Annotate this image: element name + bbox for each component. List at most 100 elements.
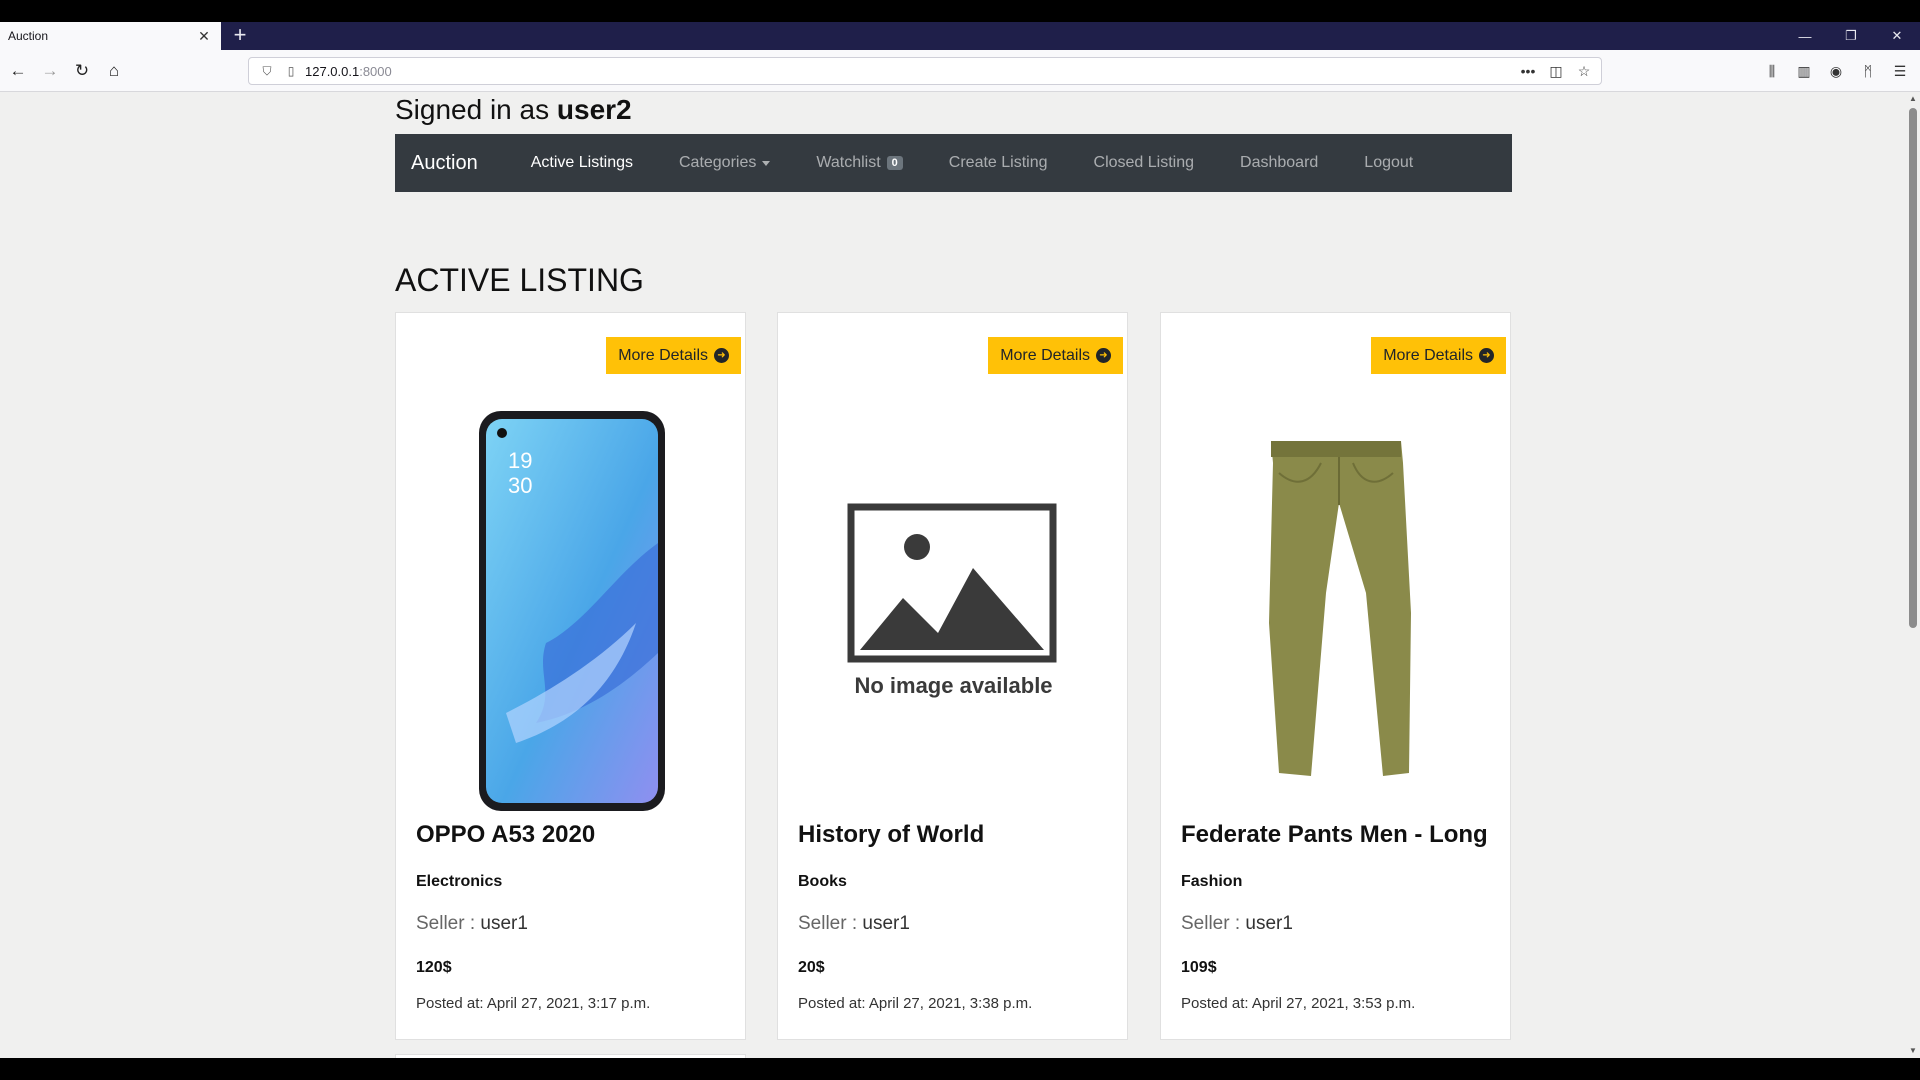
more-details-button[interactable]: More Details ➜: [606, 337, 741, 374]
screen: Auction ✕ + — ❐ ✕ ← → ↻ ⌂ ⛉ ▯ 127.0.0.1:…: [0, 0, 1920, 1080]
nav-label: Dashboard: [1240, 154, 1319, 171]
more-icon[interactable]: •••: [1517, 60, 1539, 82]
listing-category: Fashion: [1181, 873, 1243, 890]
bookmark-star-icon[interactable]: ☆: [1573, 60, 1595, 82]
reload-icon[interactable]: ↻: [68, 58, 96, 84]
posted-label: Posted at:: [1181, 995, 1249, 1012]
arrow-right-circle-icon: ➜: [1096, 348, 1111, 363]
listing-card: More Details ➜ No image available Histor…: [777, 312, 1128, 1040]
signed-in-prefix: Signed in as: [395, 94, 550, 125]
seller-name: user1: [862, 913, 910, 934]
home-icon[interactable]: ⌂: [100, 58, 128, 84]
nav-label: Watchlist: [816, 154, 881, 171]
shield-icon[interactable]: ⛉: [257, 61, 277, 81]
username: user2: [556, 94, 632, 125]
posted-label: Posted at:: [416, 995, 484, 1012]
page-heading: ACTIVE LISTING: [395, 262, 644, 298]
nav-logout[interactable]: Logout: [1364, 154, 1413, 172]
watchlist-count-badge: 0: [886, 156, 903, 170]
nav-label: Categories: [678, 154, 757, 171]
more-details-button[interactable]: More Details ➜: [1371, 337, 1506, 374]
close-window-icon[interactable]: ✕: [1874, 22, 1920, 50]
sidebar-icon[interactable]: ▥: [1792, 58, 1816, 84]
seller-name: user1: [1245, 913, 1293, 934]
nav-label: Logout: [1364, 154, 1414, 171]
minimize-icon[interactable]: —: [1782, 22, 1828, 50]
more-details-button[interactable]: More Details ➜: [988, 337, 1123, 374]
scroll-thumb[interactable]: [1909, 108, 1917, 628]
listing-posted: Posted at: April 27, 2021, 3:38 p.m.: [798, 995, 1032, 1012]
seller-label: Seller :: [416, 913, 476, 934]
nav-watchlist[interactable]: Watchlist 0: [816, 154, 903, 172]
arrow-right-circle-icon: ➜: [714, 348, 729, 363]
nav-label: Active Listings: [530, 154, 633, 171]
listing-title[interactable]: History of World: [798, 821, 984, 849]
url-bar[interactable]: ⛉ ▯ 127.0.0.1:8000 ••• ◫ ☆: [248, 57, 1602, 85]
extension-icon[interactable]: ᛗ: [1856, 58, 1880, 84]
forward-icon[interactable]: →: [36, 58, 64, 84]
nav-active-listings[interactable]: Active Listings: [531, 154, 633, 172]
page-scrollbar[interactable]: ▲ ▼: [1906, 92, 1920, 1058]
page-viewport: Signed in as user2 Auction Active Listin…: [0, 92, 1906, 1058]
nav-categories-dropdown[interactable]: Categories: [678, 154, 771, 172]
listing-title[interactable]: OPPO A53 2020: [416, 821, 595, 849]
listing-seller: Seller : user1: [416, 913, 528, 935]
listing-card: More Details ➜ 19 30 OPPO A53 2020 Elect…: [395, 312, 746, 1040]
page-icon: ▯: [287, 64, 295, 78]
close-tab-icon[interactable]: ✕: [195, 27, 213, 45]
new-tab-icon[interactable]: +: [228, 24, 252, 48]
no-image-placeholder[interactable]: No image available: [778, 393, 1129, 813]
listing-image-phone[interactable]: 19 30: [396, 393, 747, 813]
url-port: :8000: [359, 63, 392, 79]
seller-label: Seller :: [798, 913, 858, 934]
pocket-icon[interactable]: ◫: [1545, 60, 1567, 82]
phone-time-minutes: 30: [508, 473, 532, 498]
listing-category: Books: [798, 873, 847, 890]
posted-label: Posted at:: [798, 995, 866, 1012]
listing-seller: Seller : user1: [798, 913, 910, 935]
nav-create-listing[interactable]: Create Listing: [949, 154, 1048, 172]
posted-date: April 27, 2021, 3:17 p.m.: [486, 995, 651, 1012]
posted-date: April 27, 2021, 3:53 p.m.: [1251, 995, 1416, 1012]
browser-tab-strip: Auction ✕ + — ❐ ✕: [0, 22, 1920, 50]
button-label: More Details: [1383, 346, 1473, 364]
back-icon[interactable]: ←: [4, 58, 32, 84]
restore-icon[interactable]: ❐: [1828, 22, 1874, 50]
scroll-down-icon[interactable]: ▼: [1906, 1044, 1920, 1058]
listing-image-pants[interactable]: [1161, 393, 1512, 813]
arrow-right-circle-icon: ➜: [1479, 348, 1494, 363]
nav-label: Closed Listing: [1093, 154, 1195, 171]
menu-icon[interactable]: ☰: [1888, 58, 1912, 84]
nav-label: Create Listing: [948, 154, 1048, 171]
navbar-brand[interactable]: Auction: [411, 152, 478, 175]
listing-price: 109$: [1181, 959, 1217, 976]
signed-in-text: Signed in as user2: [395, 94, 632, 126]
browser-toolbar: ← → ↻ ⌂ ⛉ ▯ 127.0.0.1:8000 ••• ◫ ☆ ⫼ ▥ ◉…: [0, 50, 1920, 92]
url-bar-actions: ••• ◫ ☆: [1517, 60, 1595, 82]
listing-seller: Seller : user1: [1181, 913, 1293, 935]
account-icon[interactable]: ◉: [1824, 58, 1848, 84]
toolbar-extensions: ⫼ ▥ ◉ ᛗ ☰: [1760, 58, 1912, 84]
scroll-up-icon[interactable]: ▲: [1906, 92, 1920, 106]
listing-posted: Posted at: April 27, 2021, 3:17 p.m.: [416, 995, 650, 1012]
browser-tab[interactable]: Auction ✕: [0, 22, 221, 50]
tab-title: Auction: [8, 29, 49, 43]
main-navbar: Auction Active Listings Categories Watch…: [395, 134, 1512, 192]
bottom-letterbox: [0, 1058, 1920, 1080]
nav-closed-listing[interactable]: Closed Listing: [1094, 154, 1195, 172]
phone-time-hours: 19: [508, 448, 532, 473]
window-controls: — ❐ ✕: [1782, 22, 1920, 50]
listing-posted: Posted at: April 27, 2021, 3:53 p.m.: [1181, 995, 1415, 1012]
library-icon[interactable]: ⫼: [1760, 58, 1784, 84]
listing-category: Electronics: [416, 873, 503, 890]
seller-name: user1: [480, 913, 528, 934]
listing-price: 120$: [416, 959, 452, 976]
button-label: More Details: [1000, 346, 1090, 364]
no-image-text: No image available: [854, 673, 1053, 698]
nav-dashboard[interactable]: Dashboard: [1240, 154, 1318, 172]
seller-label: Seller :: [1181, 913, 1241, 934]
listing-title[interactable]: Federate Pants Men - Long: [1181, 821, 1488, 849]
button-label: More Details: [618, 346, 708, 364]
url-host: 127.0.0.1: [305, 63, 360, 79]
listing-card: More Details ➜ Federate Pants Men - Long…: [1160, 312, 1511, 1040]
